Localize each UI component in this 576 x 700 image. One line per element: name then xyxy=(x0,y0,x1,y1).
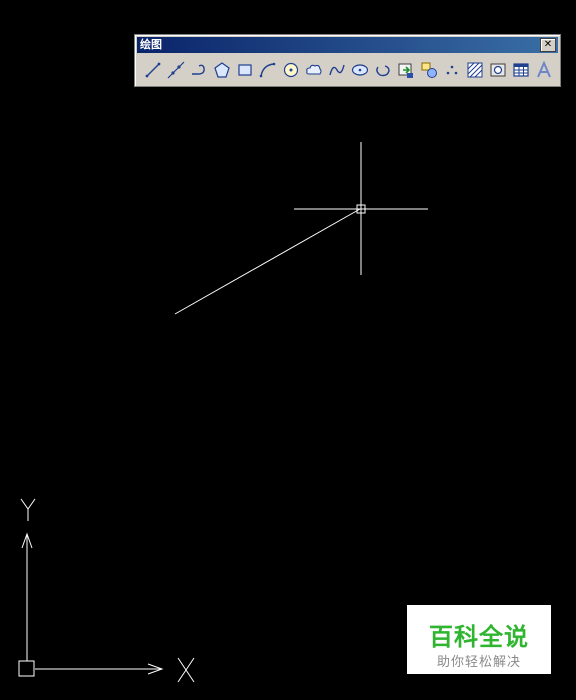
ucs-x-label: X xyxy=(178,656,179,657)
arc-button[interactable] xyxy=(256,58,279,82)
line-button[interactable] xyxy=(141,58,164,82)
revision-cloud-icon xyxy=(305,64,322,75)
watermark-sub-text: 助你轻松解决 xyxy=(436,655,521,670)
drawn-line[interactable] xyxy=(174,208,361,315)
table-button[interactable] xyxy=(509,58,532,82)
spline-button[interactable] xyxy=(325,58,348,82)
toolbar-buttons xyxy=(141,58,555,82)
insert-block-button[interactable] xyxy=(394,58,417,82)
make-block-icon xyxy=(421,62,437,78)
make-block-button[interactable] xyxy=(417,58,440,82)
ucs-y-glyph xyxy=(20,498,36,521)
rectangle-button[interactable] xyxy=(233,58,256,82)
ellipse-arc-icon xyxy=(375,65,390,77)
insert-block-icon xyxy=(398,63,413,78)
circle-icon xyxy=(283,62,298,78)
ellipse-icon xyxy=(351,64,368,76)
spline-icon xyxy=(328,64,345,76)
polygon-icon xyxy=(213,62,230,78)
polyline-icon xyxy=(191,64,205,75)
region-icon xyxy=(490,63,505,77)
construction-line-button[interactable] xyxy=(164,58,187,82)
close-icon: ✕ xyxy=(543,39,553,50)
ellipse-button[interactable] xyxy=(348,58,371,82)
multiline-text-button[interactable] xyxy=(532,58,555,82)
hatch-button[interactable] xyxy=(463,58,486,82)
draw-toolbar[interactable]: 绘图 ✕ xyxy=(134,34,561,87)
watermark-main-text: 百科全说 xyxy=(429,623,529,651)
point-button[interactable] xyxy=(440,58,463,82)
point-icon xyxy=(446,65,457,75)
toolbar-title: 绘图 xyxy=(140,38,162,51)
table-icon xyxy=(512,63,529,77)
arc-icon xyxy=(259,62,275,78)
ucs-x-glyph xyxy=(177,657,195,683)
drawing-layer xyxy=(18,142,428,683)
toolbar-titlebar[interactable]: 绘图 ✕ xyxy=(137,37,558,53)
multiline-text-icon xyxy=(536,61,551,78)
polyline-button[interactable] xyxy=(187,58,210,82)
hatch-icon xyxy=(467,62,482,78)
circle-button[interactable] xyxy=(279,58,302,82)
ucs-y-label: Y xyxy=(20,496,21,497)
close-button[interactable]: ✕ xyxy=(540,38,556,52)
line-icon xyxy=(145,62,160,78)
revision-cloud-button[interactable] xyxy=(302,58,325,82)
construction-line-icon xyxy=(167,61,184,79)
polygon-button[interactable] xyxy=(210,58,233,82)
crosshair-cursor xyxy=(294,142,428,275)
watermark-logo: 百科全说 助你轻松解决 xyxy=(407,605,551,674)
region-button[interactable] xyxy=(486,58,509,82)
rectangle-icon xyxy=(237,64,252,76)
ellipse-arc-button[interactable] xyxy=(371,58,394,82)
ucs-icon xyxy=(18,498,195,683)
